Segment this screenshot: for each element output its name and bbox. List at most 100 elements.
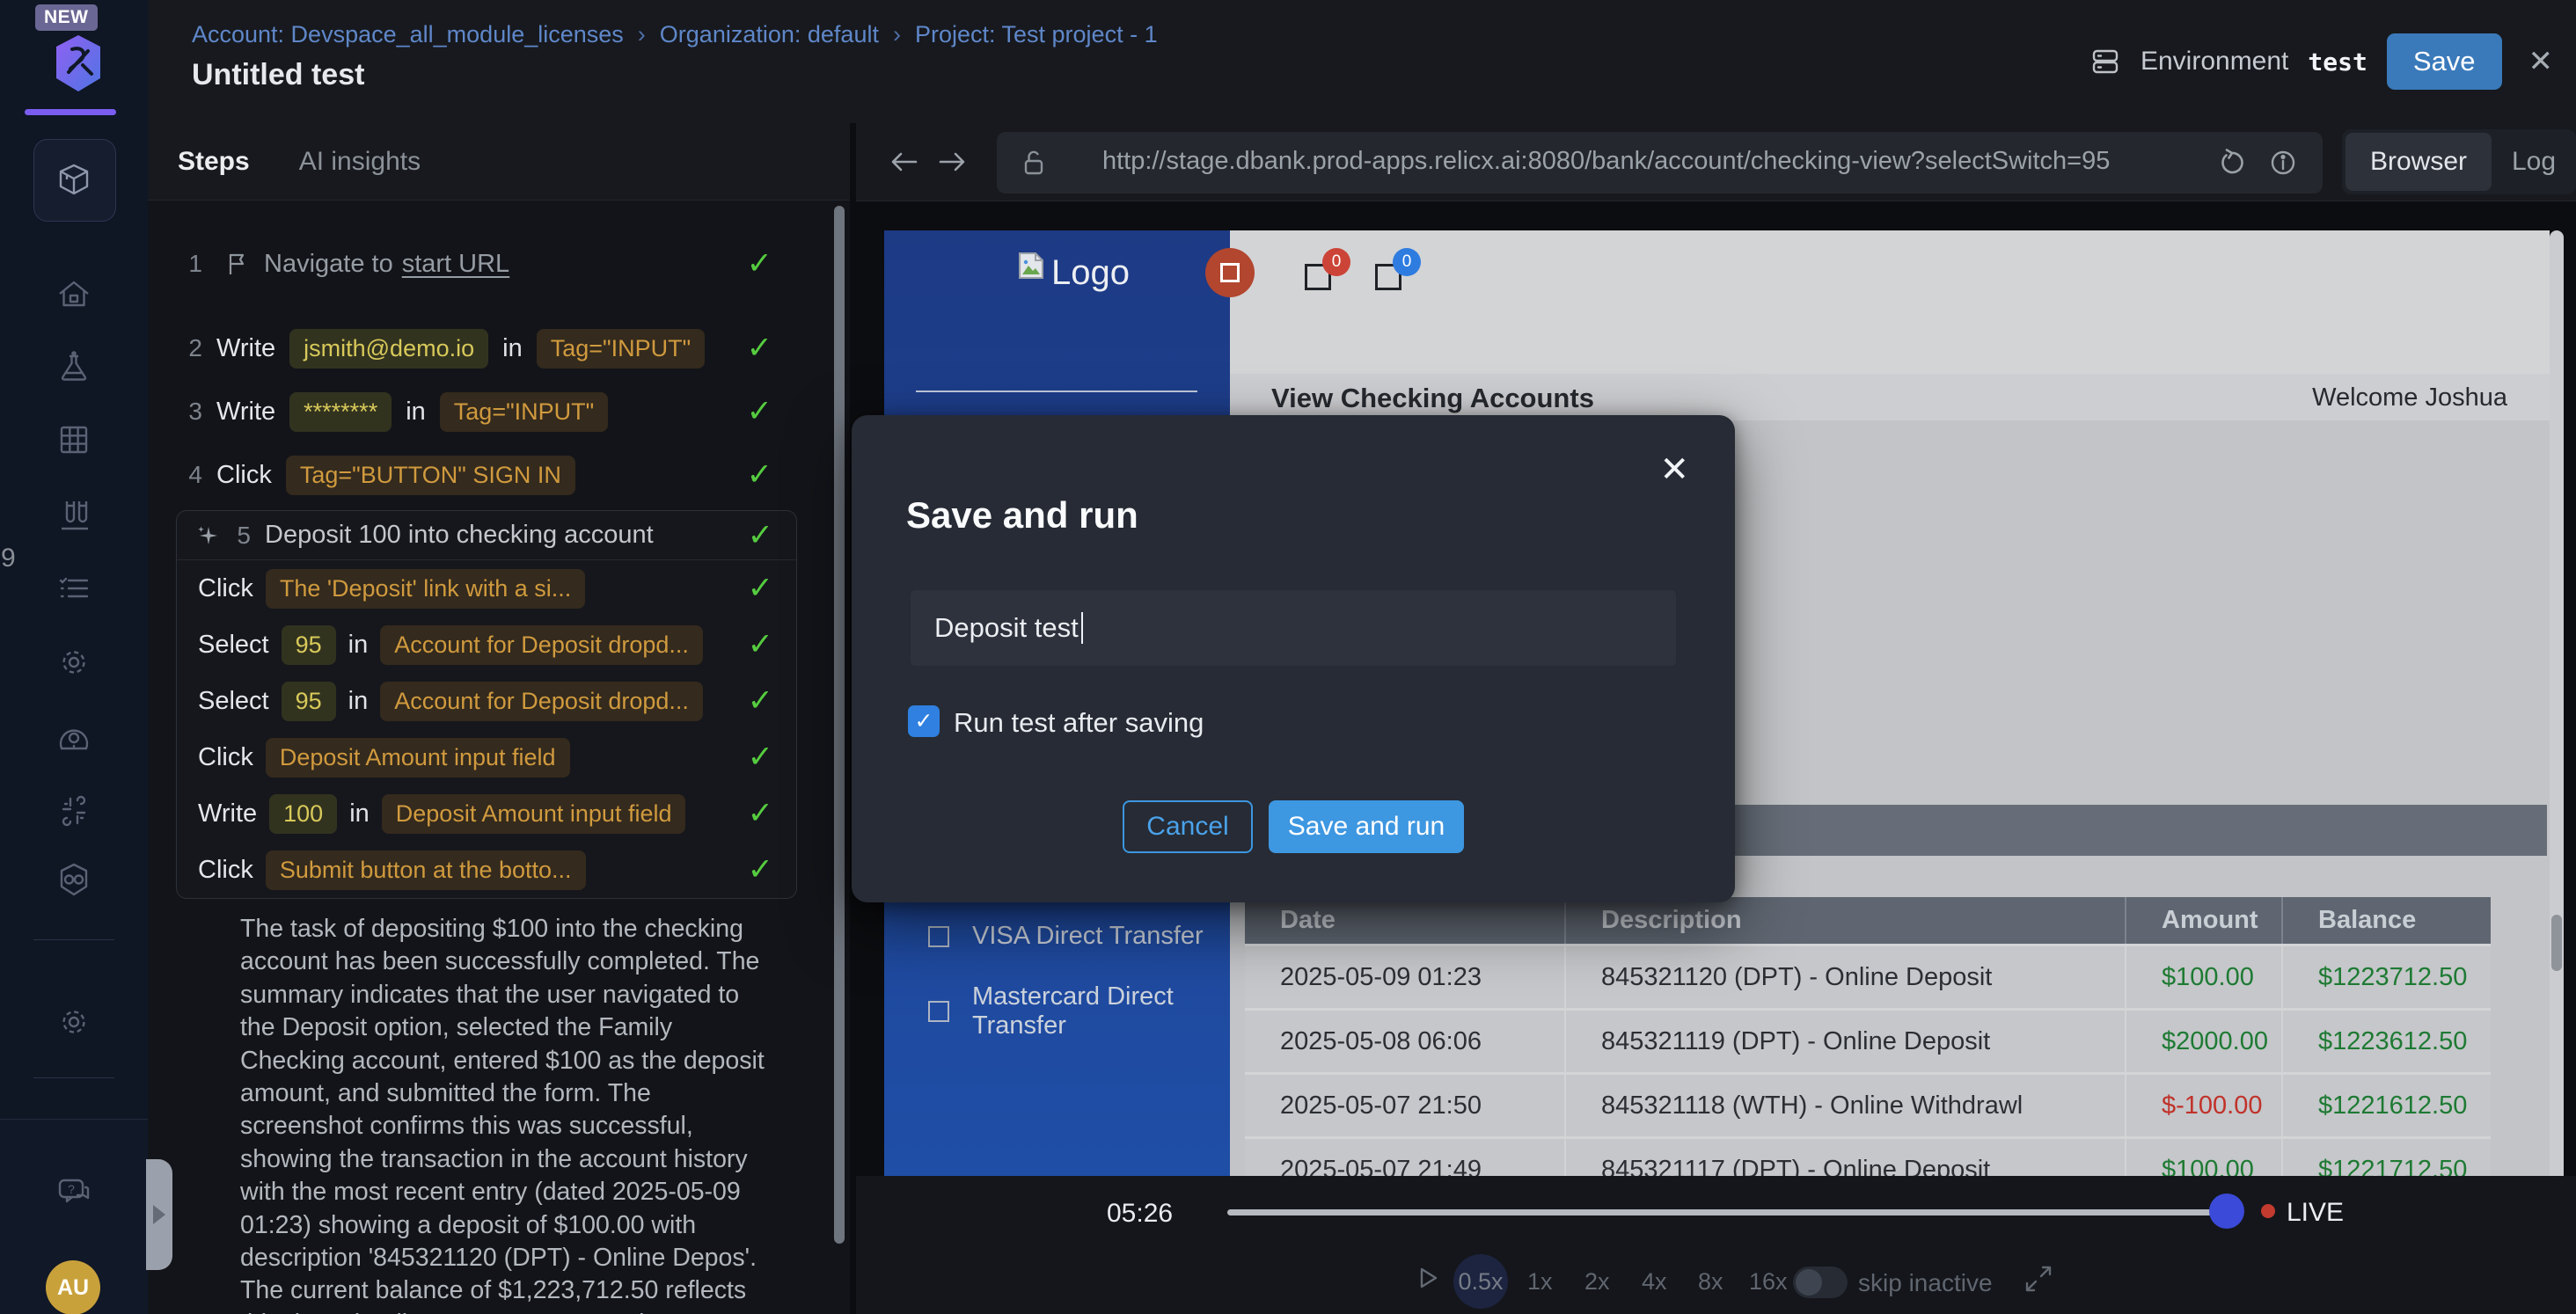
skip-inactive-toggle[interactable]	[1793, 1267, 1848, 1298]
speed-16x[interactable]: 16x	[1749, 1268, 1788, 1296]
step-target-chip[interactable]: Tag="BUTTON" SIGN IN	[286, 456, 575, 495]
refresh-icon[interactable]	[2214, 145, 2250, 180]
step-row-1[interactable]: 1 Navigate to start URL ✓	[148, 239, 850, 288]
record-button[interactable]	[1205, 248, 1255, 297]
user-search-icon[interactable]	[55, 719, 93, 758]
close-icon[interactable]: ✕	[2521, 44, 2561, 79]
forward-icon[interactable]	[934, 144, 970, 179]
substep-target-chip[interactable]: Deposit Amount input field	[382, 794, 686, 834]
integration-infinity-icon[interactable]	[55, 860, 93, 899]
substep-value-chip[interactable]: 95	[282, 625, 336, 665]
viewport-scrollbar[interactable]	[2550, 230, 2564, 1176]
user-avatar[interactable]: AU	[46, 1260, 100, 1314]
play-icon[interactable]	[1413, 1264, 1441, 1292]
cell-description: 845321119 (DPT) - Online Deposit	[1564, 1011, 2125, 1072]
substep-row[interactable]: Select 95 in Account for Deposit dropd..…	[177, 617, 796, 673]
column-header-amount[interactable]: Amount	[2125, 897, 2281, 944]
grid-icon[interactable]	[55, 420, 93, 459]
slack-icon[interactable]	[55, 792, 93, 830]
viewport-scrollbar-thumb[interactable]	[2551, 915, 2562, 971]
table-row[interactable]: 2025-05-08 06:06 845321119 (DPT) - Onlin…	[1245, 1008, 2491, 1072]
step-value-chip[interactable]: jsmith@demo.io	[289, 329, 488, 369]
bank-nav-visa-transfer[interactable]: VISA Direct Transfer	[928, 922, 1204, 951]
step-value-chip[interactable]: ********	[289, 392, 392, 432]
substep-row[interactable]: Select 95 in Account for Deposit dropd..…	[177, 673, 796, 729]
breadcrumb-account[interactable]: Account: Devspace_all_module_licenses	[192, 21, 624, 48]
substep-row[interactable]: Click Deposit Amount input field ✓	[177, 729, 796, 785]
gear-icon[interactable]	[55, 643, 93, 682]
substep-value-chip[interactable]: 100	[269, 794, 337, 834]
cell-description: 845321117 (DPT) - Online Deposit	[1564, 1139, 2125, 1176]
table-row[interactable]: 2025-05-07 21:49 845321117 (DPT) - Onlin…	[1245, 1136, 2491, 1176]
flask-icon[interactable]	[55, 348, 93, 387]
tab-ai-insights[interactable]: AI insights	[299, 147, 421, 177]
column-header-balance[interactable]: Balance	[2281, 897, 2491, 944]
column-header-date[interactable]: Date	[1245, 897, 1564, 944]
expand-icon[interactable]	[2023, 1264, 2053, 1294]
info-icon[interactable]	[2265, 145, 2301, 180]
back-icon[interactable]	[887, 144, 922, 179]
substep-row[interactable]: Click The 'Deposit' link with a si... ✓	[177, 560, 796, 617]
cube-icon[interactable]	[55, 160, 93, 199]
speed-2x[interactable]: 2x	[1584, 1268, 1610, 1296]
playback-knob[interactable]	[2209, 1194, 2244, 1229]
environment-icon	[2089, 46, 2121, 77]
home-icon[interactable]	[55, 275, 93, 314]
test-name-input[interactable]: Deposit test	[910, 589, 1677, 667]
speed-4x[interactable]: 4x	[1642, 1268, 1667, 1296]
close-icon[interactable]: ✕	[1654, 449, 1694, 491]
substep-target-chip[interactable]: Submit button at the botto...	[266, 850, 586, 890]
playback-track[interactable]	[1227, 1209, 2217, 1215]
save-and-run-button[interactable]: Save and run	[1269, 800, 1464, 853]
table-row[interactable]: 2025-05-09 01:23 845321120 (DPT) - Onlin…	[1245, 944, 2491, 1008]
cell-balance: $1221712.50	[2281, 1139, 2491, 1176]
substep-target-chip[interactable]: Account for Deposit dropd...	[380, 682, 703, 721]
speed-0_5x[interactable]: 0.5x	[1453, 1254, 1508, 1309]
breadcrumb-project[interactable]: Project: Test project - 1	[915, 21, 1158, 48]
step-group-header[interactable]: 5 Deposit 100 into checking account ✓	[177, 511, 796, 560]
speed-8x[interactable]: 8x	[1698, 1268, 1723, 1296]
tab-steps[interactable]: Steps	[178, 147, 250, 177]
substep-action: Select	[198, 687, 269, 716]
settings-gear-icon[interactable]	[55, 1003, 93, 1041]
bank-nav-mastercard-transfer[interactable]: Mastercard Direct Transfer	[928, 982, 1230, 1040]
breadcrumb-organization[interactable]: Organization: default	[660, 21, 879, 48]
tab-log[interactable]: Log	[2492, 147, 2576, 177]
substep-target-chip[interactable]: The 'Deposit' link with a si...	[266, 569, 585, 609]
substep-row[interactable]: Write 100 in Deposit Amount input field …	[177, 785, 796, 842]
environment-value[interactable]: test	[2308, 47, 2367, 77]
step-row-4[interactable]: 4 Click Tag="BUTTON" SIGN IN ✓	[148, 450, 850, 500]
substep-row[interactable]: Click Submit button at the botto... ✓	[177, 842, 796, 898]
speed-1x[interactable]: 1x	[1527, 1268, 1553, 1296]
start-url-link[interactable]: start URL	[402, 250, 509, 279]
step-target-chip[interactable]: Tag="INPUT"	[537, 329, 705, 369]
step-passed-icon: ✓	[748, 518, 773, 553]
text-cursor	[1081, 612, 1083, 644]
help-chat-icon[interactable]: ?	[55, 1172, 93, 1211]
checklist-icon[interactable]	[55, 570, 93, 609]
step-row-3[interactable]: 3 Write ******** in Tag="INPUT" ✓	[148, 387, 850, 436]
step-row-2[interactable]: 2 Write jsmith@demo.io in Tag="INPUT" ✓	[148, 324, 850, 373]
step-target-chip[interactable]: Tag="INPUT"	[440, 392, 608, 432]
cancel-button[interactable]: Cancel	[1123, 800, 1253, 853]
substep-target-chip[interactable]: Deposit Amount input field	[266, 738, 570, 777]
svg-text:?: ?	[68, 1182, 75, 1196]
page-title: Untitled test	[192, 58, 364, 92]
run-after-saving-checkbox[interactable]: ✓	[908, 705, 940, 737]
url-bar[interactable]: http://stage.dbank.prod-apps.relicx.ai:8…	[997, 132, 2323, 193]
panel-collapse-handle[interactable]	[146, 1159, 172, 1270]
substep-value-chip[interactable]: 95	[282, 682, 336, 721]
bank-logo-alt-text[interactable]: Logo	[1051, 253, 1130, 293]
column-header-description[interactable]: Description	[1564, 897, 2125, 944]
checkbox-label[interactable]: Run test after saving	[954, 707, 1204, 739]
left-sidebar: ? AU NEW 9	[0, 0, 148, 1314]
table-row[interactable]: 2025-05-07 21:50 845321118 (WTH) - Onlin…	[1245, 1072, 2491, 1136]
save-button[interactable]: Save	[2387, 33, 2502, 90]
url-text[interactable]: http://stage.dbank.prod-apps.relicx.ai:8…	[1102, 147, 2110, 176]
app-logo-icon[interactable]	[53, 33, 104, 93]
steps-scrollbar[interactable]	[834, 206, 845, 1244]
substep-target-chip[interactable]: Account for Deposit dropd...	[380, 625, 703, 665]
test-tubes-icon[interactable]	[55, 495, 93, 534]
view-mode-switch: Browser Log	[2342, 129, 2576, 194]
tab-browser[interactable]: Browser	[2345, 133, 2492, 191]
